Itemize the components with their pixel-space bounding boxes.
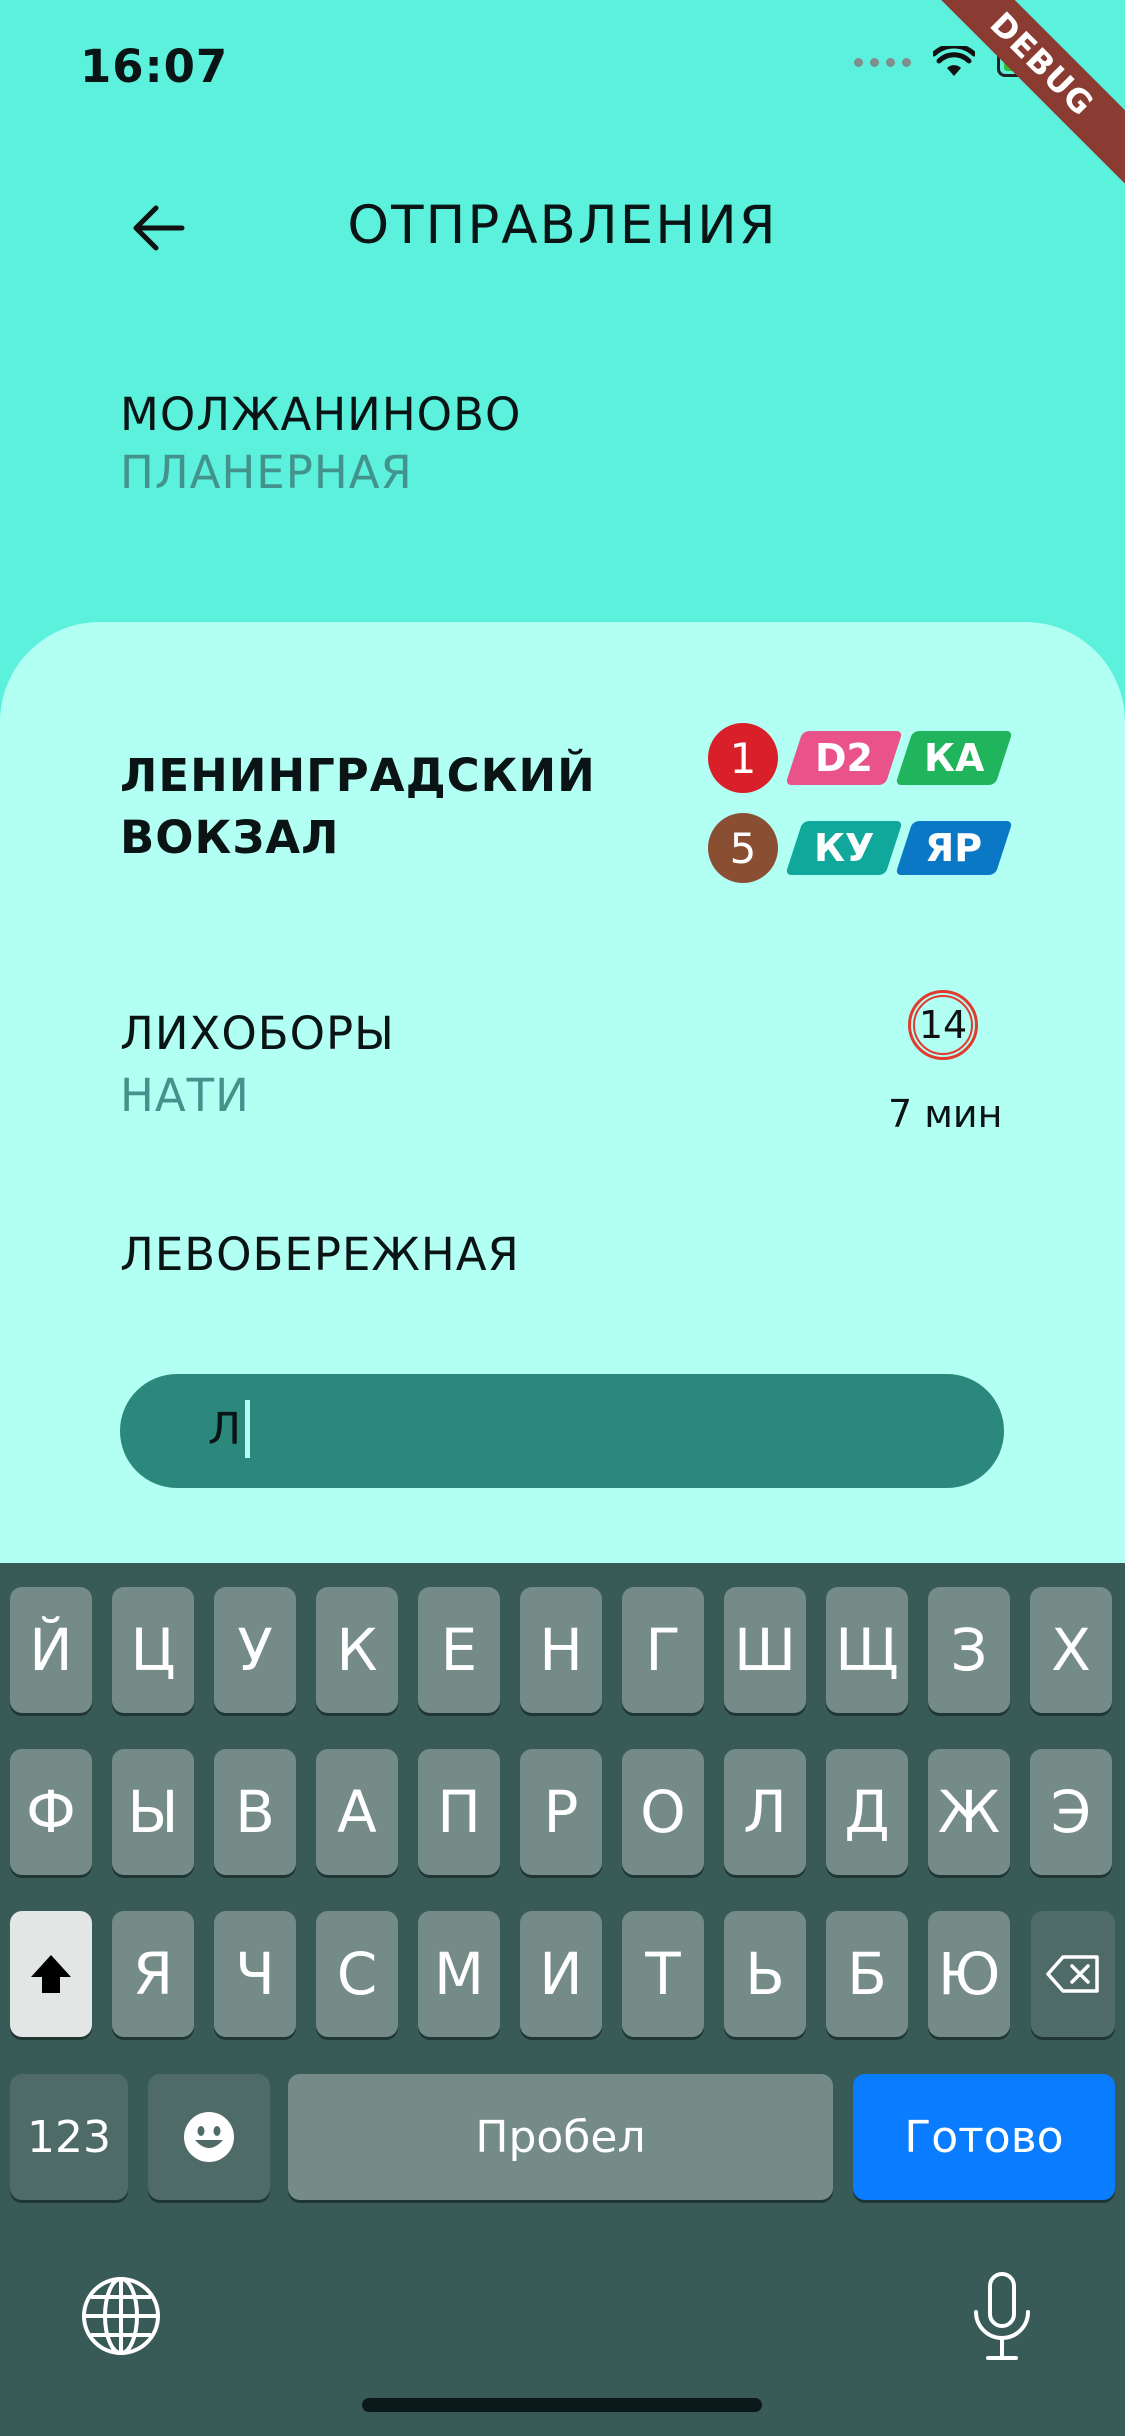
search-input-value: Л (208, 1400, 251, 1458)
key-row1-3[interactable]: К (316, 1587, 398, 1713)
backspace-key[interactable] (1031, 1911, 1115, 2037)
station-name: ЛИХОБОРЫ (120, 1007, 395, 1060)
backspace-icon (1046, 1955, 1099, 1993)
station-lines-row1: 1 D2 КА (708, 723, 1013, 793)
key-row3-8[interactable]: Ю (928, 1911, 1010, 2037)
key-row3-7[interactable]: Б (826, 1911, 908, 2037)
microphone-icon[interactable] (970, 2270, 1034, 2366)
key-row2-3[interactable]: А (316, 1749, 398, 1875)
line-badge-ku: КУ (785, 821, 903, 875)
key-row1-10[interactable]: Х (1030, 1587, 1112, 1713)
station-item-levoberezhnaya[interactable]: ЛЕВОБЕРЕЖНАЯ (120, 1228, 520, 1281)
key-row1-6[interactable]: Г (622, 1587, 704, 1713)
station-item-leningradsky[interactable]: ЛЕНИНГРАДСКИЙ ВОКЗАЛ (120, 745, 596, 869)
key-row1-4[interactable]: Е (418, 1587, 500, 1713)
emoji-key[interactable] (148, 2074, 270, 2200)
key-row2-6[interactable]: О (622, 1749, 704, 1875)
line-badge-ka: КА (895, 731, 1013, 785)
key-row2-7[interactable]: Л (724, 1749, 806, 1875)
line-badge-yar: ЯР (895, 821, 1013, 875)
line-badge-14: 14 (908, 990, 978, 1060)
globe-icon[interactable] (80, 2275, 162, 2357)
key-row1-7[interactable]: Ш (724, 1587, 806, 1713)
key-row2-0[interactable]: Ф (10, 1749, 92, 1875)
station-name: ЛЕВОБЕРЕЖНАЯ (120, 1228, 520, 1281)
key-row2-5[interactable]: Р (520, 1749, 602, 1875)
key-row1-2[interactable]: У (214, 1587, 296, 1713)
key-row2-4[interactable]: П (418, 1749, 500, 1875)
key-row1-0[interactable]: Й (10, 1587, 92, 1713)
station-sub: НАТИ (120, 1069, 250, 1122)
station-name-line2: ВОКЗАЛ (120, 811, 340, 864)
home-indicator[interactable] (362, 2398, 762, 2412)
shift-key[interactable] (10, 1911, 92, 2037)
key-row1-1[interactable]: Ц (112, 1587, 194, 1713)
numbers-key[interactable]: 123 (10, 2074, 128, 2200)
key-row1-5[interactable]: Н (520, 1587, 602, 1713)
station-lines-row2: 5 КУ ЯР (708, 813, 1013, 883)
search-input[interactable] (120, 1374, 1004, 1488)
key-row2-2[interactable]: В (214, 1749, 296, 1875)
signal-dots-icon (854, 57, 911, 67)
line-badge-d2: D2 (785, 731, 903, 785)
route-origin[interactable]: МОЛЖАНИНОВО (120, 388, 521, 441)
key-row3-1[interactable]: Ч (214, 1911, 296, 2037)
key-row1-9[interactable]: З (928, 1587, 1010, 1713)
key-row2-10[interactable]: Э (1030, 1749, 1112, 1875)
line-badge-5: 5 (708, 813, 778, 883)
station-name-line1: ЛЕНИНГРАДСКИЙ (120, 749, 596, 802)
done-key[interactable]: Готово (853, 2074, 1115, 2200)
route-destination[interactable]: ПЛАНЕРНАЯ (120, 446, 413, 499)
text-caret (245, 1400, 251, 1458)
debug-banner: DEBUG (921, 0, 1125, 185)
key-row1-8[interactable]: Щ (826, 1587, 908, 1713)
space-key[interactable]: Пробел (288, 2074, 833, 2200)
key-row3-2[interactable]: С (316, 1911, 398, 2037)
line-badge-1: 1 (708, 723, 778, 793)
station-eta: 7 мин (888, 1092, 1003, 1136)
search-input-text: Л (208, 1403, 242, 1455)
status-time: 16:07 (80, 40, 229, 93)
key-row3-5[interactable]: Т (622, 1911, 704, 2037)
page-title: ОТПРАВЛЕНИЯ (347, 195, 778, 256)
shift-arrow-icon (31, 1955, 71, 1993)
key-row2-8[interactable]: Д (826, 1749, 908, 1875)
key-row3-4[interactable]: И (520, 1911, 602, 2037)
emoji-icon (184, 2112, 234, 2162)
key-row2-9[interactable]: Ж (928, 1749, 1010, 1875)
station-item-likhobory[interactable]: ЛИХОБОРЫ НАТИ (120, 1003, 395, 1127)
key-row3-6[interactable]: Ь (724, 1911, 806, 2037)
wifi-icon (933, 46, 975, 76)
line-badge-14-label: 14 (913, 995, 973, 1055)
key-row3-0[interactable]: Я (112, 1911, 194, 2037)
key-row3-3[interactable]: М (418, 1911, 500, 2037)
key-row2-1[interactable]: Ы (112, 1749, 194, 1875)
